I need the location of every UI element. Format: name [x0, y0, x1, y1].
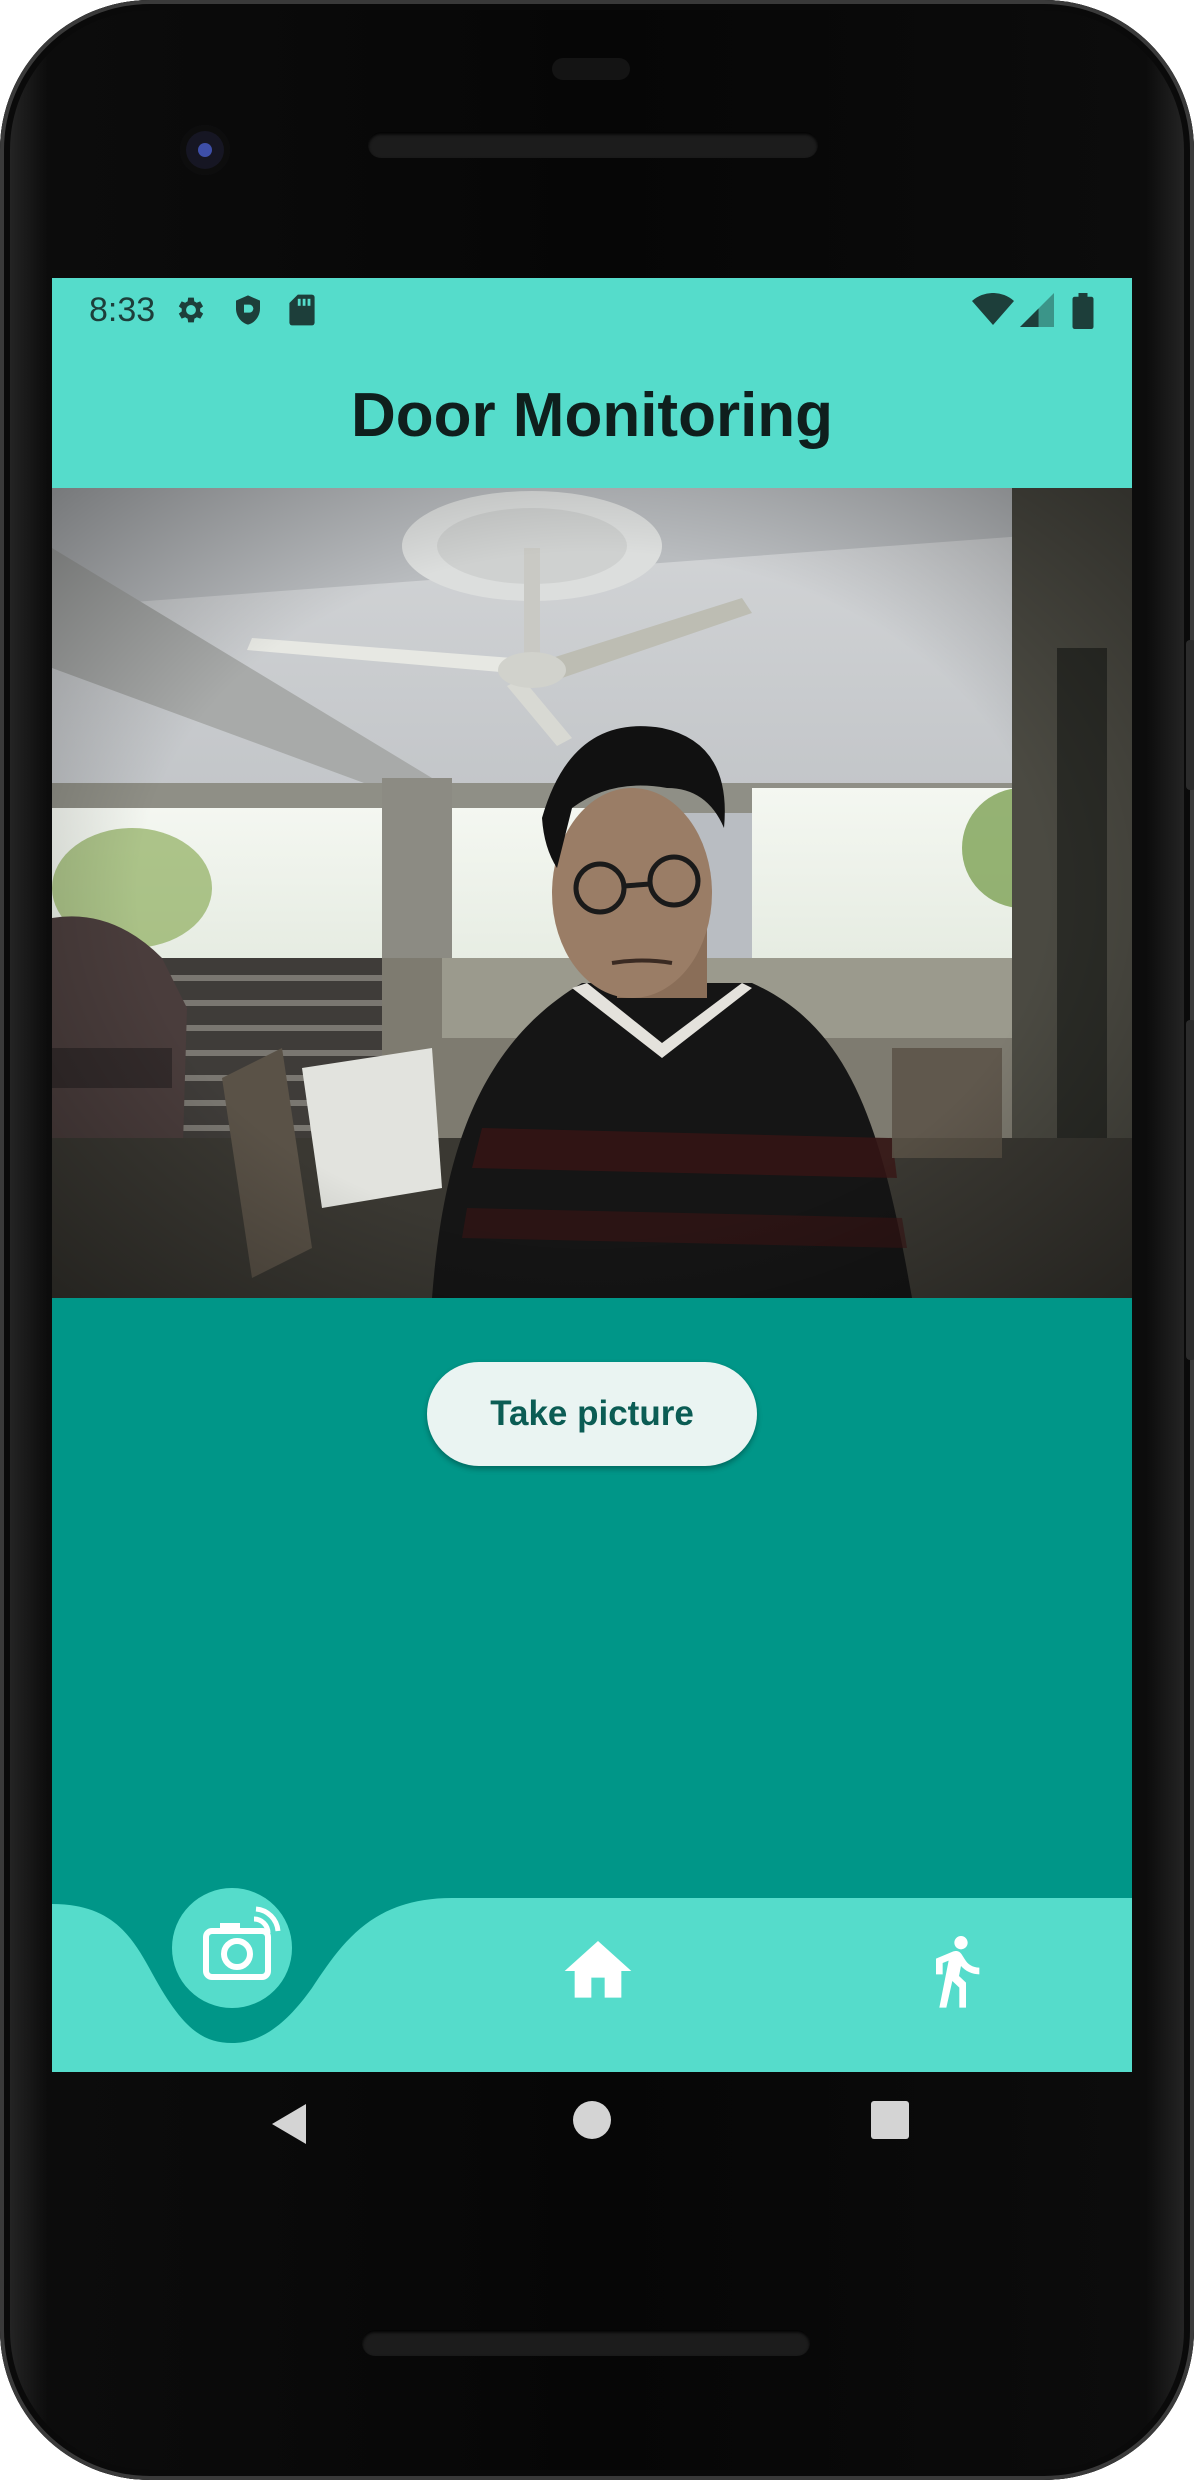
- nav-camera-button[interactable]: [172, 1888, 292, 2008]
- nav-activity-button[interactable]: [910, 1928, 990, 2012]
- page-title: Door Monitoring: [350, 381, 834, 450]
- shield-icon: [236, 295, 260, 325]
- cell-signal-icon: [1020, 293, 1054, 327]
- running-person-icon: [936, 1936, 980, 2008]
- app-bar: Door Monitoring: [52, 344, 1132, 488]
- earpiece-speaker: [368, 132, 818, 158]
- camera-icon: [203, 1906, 281, 1980]
- battery-icon: [1072, 293, 1094, 329]
- volume-button: [1186, 1020, 1194, 1360]
- status-bar: 8:33: [52, 278, 1132, 344]
- power-button: [1186, 640, 1194, 790]
- home-icon: [564, 1941, 632, 1998]
- camera-feed-image: [52, 488, 1132, 1298]
- back-icon[interactable]: [268, 2100, 312, 2148]
- wifi-icon: [972, 293, 1014, 325]
- status-time: 8:33: [89, 291, 156, 329]
- take-picture-button[interactable]: Take picture: [427, 1362, 757, 1466]
- bottom-speaker: [362, 2330, 810, 2356]
- gear-icon: [178, 297, 204, 323]
- nav-home-button[interactable]: [552, 1930, 632, 2010]
- sd-card-icon: [289, 294, 315, 326]
- home-circle-icon[interactable]: [572, 2100, 612, 2140]
- app-screen: 8:33 Door Monitoring Take picture: [52, 278, 1132, 2072]
- camera-preview: [52, 488, 1132, 1298]
- top-sensor: [552, 58, 630, 80]
- phone-frame: 8:33 Door Monitoring Take picture: [0, 0, 1194, 2480]
- front-camera: [180, 125, 230, 175]
- recents-icon[interactable]: [870, 2100, 910, 2140]
